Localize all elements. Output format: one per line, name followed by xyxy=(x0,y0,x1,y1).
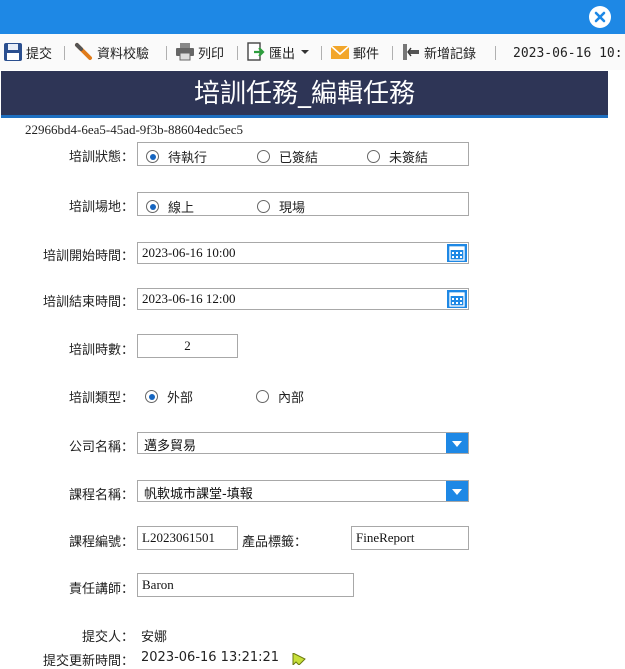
mail-icon xyxy=(330,45,350,59)
venue-option-label: 現場 xyxy=(279,201,306,216)
company-value: 邁多貿易 xyxy=(144,439,197,454)
start-time-label: 培訓開始時間： xyxy=(42,249,134,264)
window-titlebar xyxy=(0,0,625,34)
dropdown-arrow-icon[interactable] xyxy=(446,433,468,453)
course-name-label: 課程名稱： xyxy=(68,488,134,503)
save-icon xyxy=(4,43,22,61)
product-tag-value: FineReport xyxy=(356,530,415,545)
type-option-external[interactable]: 外部 xyxy=(145,387,193,406)
radio-selected-icon xyxy=(145,390,158,403)
validate-button[interactable]: 資料校驗 xyxy=(74,42,149,62)
add-record-button[interactable]: 新增記錄 xyxy=(401,42,476,62)
toolbar-divider xyxy=(64,46,65,60)
calendar-icon xyxy=(449,246,465,261)
toolbar-divider xyxy=(392,46,393,60)
toolbar-divider xyxy=(237,46,238,60)
radio-selected-icon xyxy=(146,150,159,163)
toolbar-divider xyxy=(166,46,167,60)
submit-label: 提交 xyxy=(26,46,53,62)
start-time-field[interactable]: 2023-06-16 10:00 xyxy=(137,242,469,264)
add-record-icon xyxy=(403,44,419,60)
validate-label: 資料校驗 xyxy=(97,46,150,62)
radio-selected-icon xyxy=(146,200,159,213)
instructor-value: Baron xyxy=(142,577,174,592)
toolbar-divider xyxy=(495,46,496,60)
instructor-field[interactable]: Baron xyxy=(137,573,354,597)
print-icon xyxy=(176,43,194,61)
status-option-unsigned[interactable]: 未簽結 xyxy=(367,147,428,166)
print-label: 列印 xyxy=(198,46,225,62)
hours-label: 培訓時數： xyxy=(68,343,134,358)
course-name-value: 帆軟城市課堂-填報 xyxy=(144,487,253,502)
status-option-pending[interactable]: 待執行 xyxy=(146,147,207,166)
submit-button[interactable]: 提交 xyxy=(3,42,52,62)
venue-radio-group: 線上 現場 xyxy=(137,192,469,216)
type-label: 培訓類型： xyxy=(68,391,134,406)
mail-button[interactable]: 郵件 xyxy=(330,42,379,62)
course-name-select[interactable]: 帆軟城市課堂-填報 xyxy=(137,480,469,502)
updated-at-label: 提交更新時間： xyxy=(42,654,134,669)
course-code-label: 課程編號： xyxy=(68,535,134,550)
export-button[interactable]: 匯出 xyxy=(246,42,314,62)
venue-option-online[interactable]: 線上 xyxy=(146,197,194,216)
product-tag-label: 產品標籤： xyxy=(242,535,308,550)
instructor-label: 責任講師： xyxy=(68,582,134,597)
hours-field[interactable]: 2 xyxy=(137,334,238,358)
end-time-field[interactable]: 2023-06-16 12:00 xyxy=(137,288,469,310)
venue-option-label: 線上 xyxy=(168,201,195,216)
print-button[interactable]: 列印 xyxy=(175,42,224,62)
company-select[interactable]: 邁多貿易 xyxy=(137,432,469,454)
end-time-value: 2023-06-16 12:00 xyxy=(142,291,236,306)
status-label: 培訓狀態： xyxy=(68,150,134,165)
validate-icon xyxy=(75,43,92,60)
radio-icon xyxy=(256,390,269,403)
export-label: 匯出 xyxy=(269,46,296,62)
close-icon xyxy=(594,11,606,23)
start-time-value: 2023-06-16 10:00 xyxy=(142,245,236,260)
cursor-icon xyxy=(292,653,306,665)
close-button[interactable] xyxy=(589,6,611,28)
type-option-label: 外部 xyxy=(167,391,194,406)
end-time-calendar-button[interactable] xyxy=(447,290,467,308)
type-option-label: 內部 xyxy=(278,391,305,406)
record-id: 22966bd4-6ea5-45ad-9f3b-88604edc5ec5 xyxy=(25,122,244,137)
export-icon xyxy=(247,42,265,61)
radio-icon xyxy=(367,150,380,163)
end-time-label: 培訓結束時間： xyxy=(42,295,134,310)
product-tag-field[interactable]: FineReport xyxy=(351,526,469,550)
mail-label: 郵件 xyxy=(353,46,380,62)
start-time-calendar-button[interactable] xyxy=(447,244,467,262)
company-label: 公司名稱： xyxy=(68,440,134,455)
venue-option-onsite[interactable]: 現場 xyxy=(257,197,305,216)
submitter-value: 安娜 xyxy=(141,630,168,645)
toolbar-divider xyxy=(321,46,322,60)
add-record-label: 新增記錄 xyxy=(424,46,477,62)
toolbar-datetime: 2023-06-16 10: xyxy=(513,46,623,61)
status-option-signed[interactable]: 已簽結 xyxy=(257,147,318,166)
type-option-internal[interactable]: 內部 xyxy=(256,387,304,406)
calendar-icon xyxy=(449,292,465,307)
hours-value: 2 xyxy=(184,338,191,353)
radio-icon xyxy=(257,150,270,163)
page-title: 培訓任務_編輯任務 xyxy=(1,71,608,118)
status-option-label: 已簽結 xyxy=(279,151,319,166)
submitter-label: 提交人： xyxy=(81,630,134,645)
status-radio-group: 待執行 已簽結 未簽結 xyxy=(137,142,469,166)
course-code-value: L2023061501 xyxy=(142,530,215,545)
dropdown-arrow-icon[interactable] xyxy=(446,481,468,501)
status-option-label: 待執行 xyxy=(168,151,208,166)
status-option-label: 未簽結 xyxy=(389,151,429,166)
radio-icon xyxy=(257,200,270,213)
toolbar: 提交 資料校驗 列印 匯出 郵件 新增記錄 2023-06-16 10: xyxy=(0,34,625,70)
chevron-down-icon xyxy=(301,50,310,54)
updated-at-value: 2023-06-16 13:21:21 xyxy=(141,650,280,665)
course-code-field[interactable]: L2023061501 xyxy=(137,526,238,550)
venue-label: 培訓場地： xyxy=(68,200,134,215)
